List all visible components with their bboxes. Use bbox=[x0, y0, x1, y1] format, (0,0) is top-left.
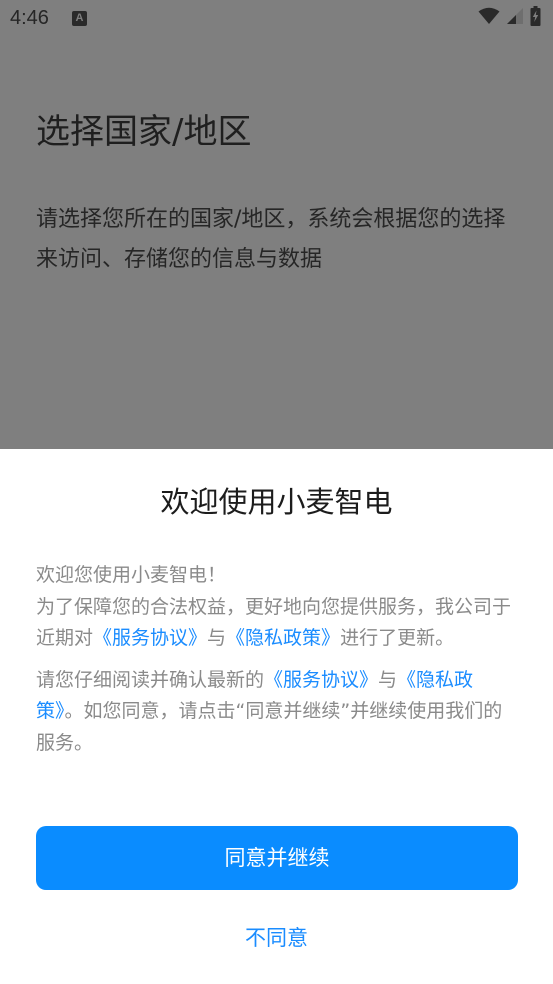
status-bar: 4:46 A bbox=[0, 0, 553, 36]
notification-icon: A bbox=[72, 11, 87, 26]
service-agreement-link[interactable]: 《服务协议》 bbox=[264, 669, 378, 691]
service-agreement-link[interactable]: 《服务协议》 bbox=[93, 627, 207, 649]
paragraph-text: 进行了更新。 bbox=[340, 627, 455, 649]
paragraph-text: 与 bbox=[378, 668, 398, 691]
agree-continue-button[interactable]: 同意并继续 bbox=[36, 826, 518, 890]
privacy-policy-link[interactable]: 《隐私政策》 bbox=[226, 627, 340, 649]
signal-icon bbox=[506, 7, 524, 29]
battery-charging-icon bbox=[530, 6, 541, 30]
status-time: 4:46 bbox=[10, 7, 49, 29]
page-title: 选择国家/地区 bbox=[36, 112, 252, 152]
page-description: 请选择您所在的国家/地区，系统会根据您的选择来访问、存储您的信息与数据 bbox=[36, 207, 506, 272]
welcome-text: 欢迎您使用小麦智电！ bbox=[36, 564, 227, 586]
disagree-button[interactable]: 不同意 bbox=[0, 918, 553, 958]
dialog-body: 欢迎您使用小麦智电！ 为了保障您的合法权益，更好地向您提供服务，我公司于近期对《服… bbox=[36, 560, 518, 759]
paragraph-text: 与 bbox=[207, 627, 227, 649]
dialog-title: 欢迎使用小麦智电 bbox=[160, 485, 393, 519]
wifi-icon bbox=[478, 7, 500, 29]
dialog-paragraph-1: 欢迎您使用小麦智电！ 为了保障您的合法权益，更好地向您提供服务，我公司于近期对《服… bbox=[36, 560, 518, 655]
paragraph-text: 。如您同意，请点击“同意并继续”并继续使用我们的服务。 bbox=[36, 700, 503, 754]
paragraph-text: 请您仔细阅读并确认最新的 bbox=[36, 668, 265, 691]
dialog-paragraph-2: 请您仔细阅读并确认最新的《服务协议》与《隐私政策》。如您同意，请点击“同意并继续… bbox=[36, 665, 518, 760]
status-icons bbox=[478, 6, 541, 30]
